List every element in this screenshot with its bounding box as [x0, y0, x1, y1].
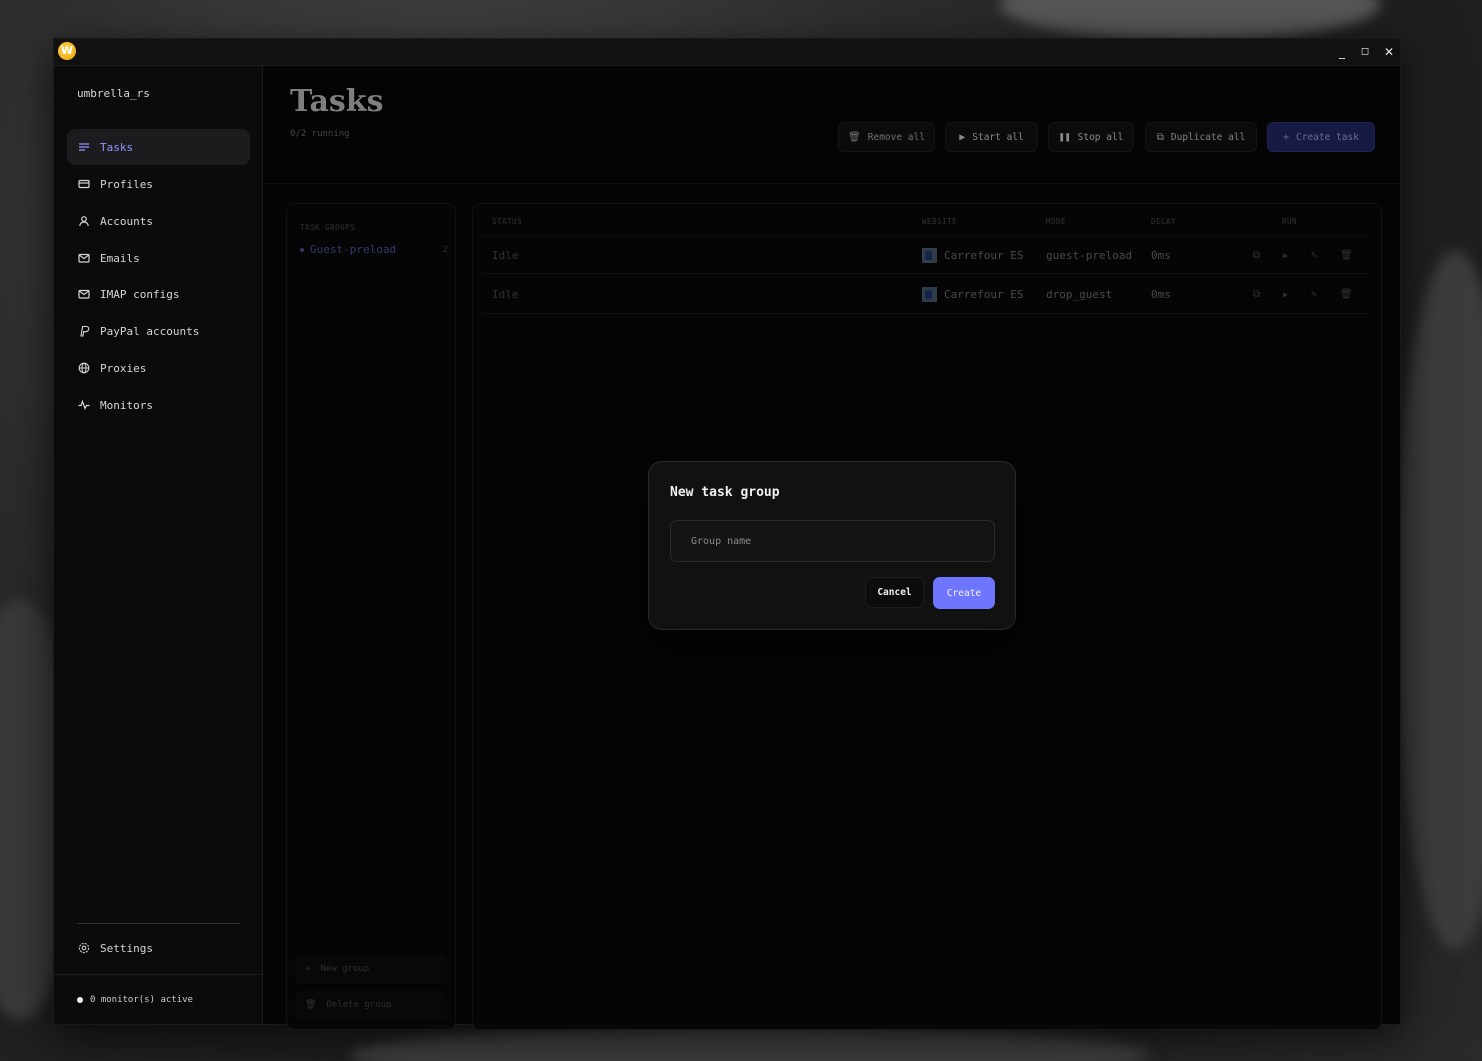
- user-icon: [78, 215, 90, 227]
- sidebar-divider: [77, 923, 240, 924]
- minimize-icon[interactable]: _: [1332, 43, 1352, 61]
- mail-icon: [78, 252, 90, 264]
- paypal-icon: [78, 325, 90, 337]
- globe-icon: [78, 362, 90, 374]
- card-icon: [78, 178, 90, 190]
- maximize-icon[interactable]: ◻: [1355, 43, 1375, 61]
- sidebar-item-monitors[interactable]: Monitors: [67, 387, 250, 423]
- status-dot-icon: [77, 997, 83, 1003]
- settings-label: Settings: [100, 941, 153, 955]
- title-bar[interactable]: W _ ◻ ✕: [54, 39, 1400, 66]
- group-name-input[interactable]: [670, 520, 995, 562]
- sidebar-item-imap-configs[interactable]: IMAP configs: [67, 276, 250, 312]
- background-foliage: [1000, 0, 1380, 40]
- brand-name: umbrella_rs: [77, 87, 150, 100]
- sidebar-item-label: IMAP configs: [100, 287, 180, 301]
- sidebar-item-label: Tasks: [100, 140, 134, 154]
- sidebar-item-proxies[interactable]: Proxies: [67, 350, 250, 386]
- dialog-title: New task group: [670, 485, 780, 500]
- sidebar-item-accounts[interactable]: Accounts: [67, 203, 250, 239]
- cancel-button[interactable]: Cancel: [865, 577, 924, 608]
- sidebar-item-label: Monitors: [100, 398, 153, 412]
- list-icon: [78, 141, 90, 153]
- sidebar-item-label: Accounts: [100, 214, 153, 228]
- sidebar-item-tasks[interactable]: Tasks: [67, 129, 250, 165]
- sidebar: umbrella_rs Tasks Profiles Accounts Emai…: [54, 66, 263, 1024]
- activity-icon: [78, 399, 90, 411]
- close-icon[interactable]: ✕: [1379, 43, 1399, 61]
- create-button[interactable]: Create: [933, 577, 995, 609]
- status-divider: [54, 974, 262, 975]
- mail-icon: [78, 288, 90, 300]
- app-logo-icon: W: [58, 42, 76, 60]
- new-task-group-dialog: New task group Cancel Create: [648, 461, 1016, 630]
- sidebar-item-label: Proxies: [100, 361, 147, 375]
- background-foliage: [350, 1025, 1150, 1061]
- gear-icon: [78, 942, 90, 954]
- sidebar-item-label: Profiles: [100, 177, 153, 191]
- sidebar-item-paypal-accounts[interactable]: PayPal accounts: [67, 313, 250, 349]
- sidebar-item-label: PayPal accounts: [100, 324, 200, 338]
- monitor-status-label: 0 monitor(s) active: [90, 995, 193, 1005]
- sidebar-item-profiles[interactable]: Profiles: [67, 166, 250, 202]
- settings-button[interactable]: Settings: [67, 930, 250, 966]
- sidebar-item-label: Emails: [100, 251, 140, 265]
- background-foliage: [1395, 250, 1482, 950]
- sidebar-item-emails[interactable]: Emails: [67, 240, 250, 276]
- monitor-status: 0 monitor(s) active: [77, 995, 193, 1005]
- app-window: W _ ◻ ✕ umbrella_rs Tasks Profiles Accou…: [53, 38, 1401, 1030]
